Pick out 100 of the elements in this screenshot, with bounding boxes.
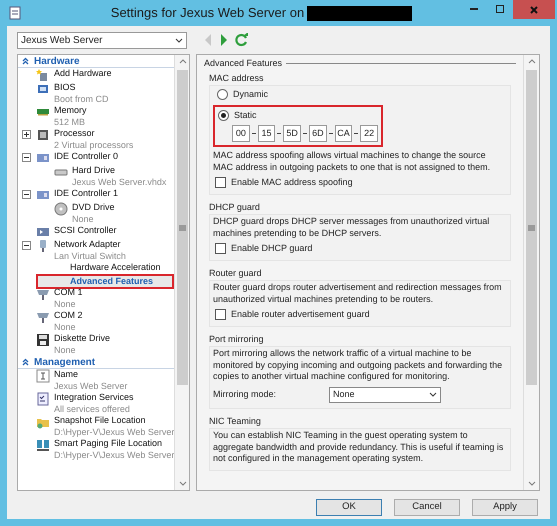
- item-name: DVD Drive: [72, 202, 115, 214]
- item-name: Memory: [54, 105, 87, 116]
- item-name: Integration Services: [54, 392, 134, 404]
- item-name: IDE Controller 1: [54, 188, 118, 200]
- close-button[interactable]: [513, 0, 555, 19]
- section-header[interactable]: Hardware: [18, 55, 174, 68]
- tree-item[interactable]: Network Adapter Lan Virtual Switch: [18, 239, 174, 262]
- text-cursor-icon: [36, 369, 50, 383]
- tree-item[interactable]: Memory 512 MB: [18, 105, 174, 128]
- controller-icon: [36, 225, 50, 239]
- dialog-button[interactable]: Cancel: [394, 499, 460, 516]
- dialog-button[interactable]: Apply: [472, 499, 538, 516]
- mirroring-mode-dropdown[interactable]: None: [329, 386, 441, 402]
- item-name: SCSI Controller: [54, 225, 117, 236]
- mac-octet-field[interactable]: 00: [232, 125, 250, 142]
- scroll-thumb[interactable]: [177, 70, 188, 385]
- group-title: DHCP guard: [209, 202, 261, 213]
- checkbox[interactable]: [215, 177, 226, 188]
- maximize-icon: [496, 5, 504, 13]
- paging-file-icon: [36, 438, 50, 452]
- field-label: Mirroring mode:: [213, 388, 278, 400]
- checkbox-label: Enable MAC address spoofing: [231, 177, 353, 188]
- item-detail: Boot from CD: [54, 94, 109, 105]
- tree-item[interactable]: Name Jexus Web Server: [18, 369, 174, 392]
- radio-button[interactable]: [217, 89, 228, 100]
- controller-icon: [36, 151, 50, 165]
- forward-icon[interactable]: [219, 33, 229, 47]
- item-name: IDE Controller 0: [54, 151, 118, 162]
- tree-item[interactable]: SCSI Controller: [18, 225, 174, 239]
- panel-title: Advanced Features: [204, 58, 282, 70]
- collapse-icon[interactable]: [22, 241, 31, 250]
- item-detail: D:\Hyper-V\Jexus Web Server: [54, 450, 174, 461]
- collapse-icon[interactable]: [22, 153, 31, 162]
- tree-item[interactable]: DVD Drive None: [36, 202, 174, 225]
- item-detail: None: [54, 344, 77, 356]
- dialog-button[interactable]: OK: [316, 499, 382, 516]
- item-detail: D:\Hyper-V\Jexus Web Server: [54, 426, 174, 438]
- checkbox[interactable]: [215, 309, 226, 320]
- description-text: MAC address spoofing allows virtual machines to change the source MAC address in outgoing packets to one that is not assigned to them.: [213, 150, 492, 173]
- item-name: COM 1: [54, 287, 83, 298]
- item-name: Network Adapter: [54, 239, 122, 250]
- tree-item[interactable]: Snapshot File Location D:\Hyper-V\Jexus Web Server: [18, 415, 174, 438]
- checkbox-label: Enable DHCP guard: [231, 243, 312, 254]
- tree-item[interactable]: Integration Services All services offered: [18, 392, 174, 415]
- minimize-icon: [470, 8, 478, 10]
- refresh-icon[interactable]: [235, 33, 249, 47]
- item-name: Hardware Acceleration: [70, 262, 161, 274]
- serial-port-icon: [36, 287, 50, 301]
- item-name: Processor: [54, 128, 96, 140]
- item-name: COM 2: [54, 310, 83, 322]
- checklist-icon: [36, 392, 50, 406]
- item-name: Add Hardware: [54, 68, 112, 80]
- radio-button[interactable]: [218, 110, 229, 121]
- group-title: Router guard: [209, 268, 263, 279]
- collapse-icon[interactable]: [22, 190, 31, 199]
- tree-item[interactable]: BIOS Boot from CD: [18, 82, 174, 105]
- group-title: Port mirroring: [209, 334, 265, 345]
- item-name: Smart Paging File Location: [54, 438, 164, 450]
- collapse-section-icon: [22, 57, 29, 65]
- scrollbar[interactable]: [174, 55, 189, 490]
- chip-icon: [36, 82, 50, 96]
- item-name: BIOS: [54, 82, 77, 94]
- item-detail: None: [54, 322, 77, 333]
- expand-icon[interactable]: [22, 130, 31, 139]
- checkbox[interactable]: [215, 243, 226, 254]
- radio-label: Dynamic: [233, 89, 268, 100]
- chevron-down-icon: [429, 392, 437, 397]
- settings-app-icon: [8, 6, 22, 20]
- tree-item[interactable]: Add Hardware: [18, 68, 174, 82]
- mac-octet-field[interactable]: CA: [334, 125, 352, 142]
- scrollbar[interactable]: [523, 55, 539, 490]
- tree-item[interactable]: Hard Drive Jexus Web Server.vhdx: [36, 165, 174, 188]
- mac-octet-field[interactable]: 6D: [308, 125, 327, 142]
- grip-icon: [528, 224, 535, 230]
- collapse-section-icon: [22, 358, 29, 366]
- item-detail: Jexus Web Server.vhdx: [72, 176, 166, 188]
- vm-selector-dropdown[interactable]: Jexus Web Server: [17, 32, 187, 48]
- description-text: Router guard drops router advertisement and redirection messages from unauthorized virtual machines pretending to be routers.: [213, 282, 503, 305]
- tree-item[interactable]: IDE Controller 0: [18, 151, 174, 165]
- scroll-thumb[interactable]: [526, 70, 537, 385]
- tree-item[interactable]: Smart Paging File Location D:\Hyper-V\Jexus Web Server: [18, 438, 174, 461]
- item-detail: None: [54, 298, 77, 310]
- item-name: Snapshot File Location: [54, 415, 147, 426]
- mac-octet-field[interactable]: 22: [360, 125, 378, 142]
- tree-item[interactable]: Advanced Features: [38, 276, 172, 287]
- tree-item[interactable]: Diskette Drive None: [18, 333, 174, 356]
- tree-item[interactable]: IDE Controller 1: [18, 188, 174, 202]
- mac-octet-field[interactable]: 5D: [283, 125, 302, 142]
- item-detail: Lan Virtual Switch: [54, 250, 126, 262]
- disc-icon: [54, 202, 68, 216]
- chevron-down-icon: [175, 38, 183, 42]
- tree-item[interactable]: COM 1 None: [18, 287, 174, 310]
- description-text: You can establish NIC Teaming in the guest operating system to aggregate bandwidth and provide redundancy. This is useful if teaming is not configured in the management operating system.: [213, 430, 504, 464]
- tree-item[interactable]: Processor 2 Virtual processors: [18, 128, 174, 151]
- tree-item[interactable]: COM 2 None: [18, 310, 174, 333]
- mac-octet-field[interactable]: 15: [258, 125, 276, 142]
- serial-port-icon: [36, 310, 50, 324]
- group-title: MAC address: [209, 72, 265, 84]
- tree-item[interactable]: Hardware Acceleration: [38, 262, 172, 274]
- group-title: NIC Teaming: [209, 416, 262, 427]
